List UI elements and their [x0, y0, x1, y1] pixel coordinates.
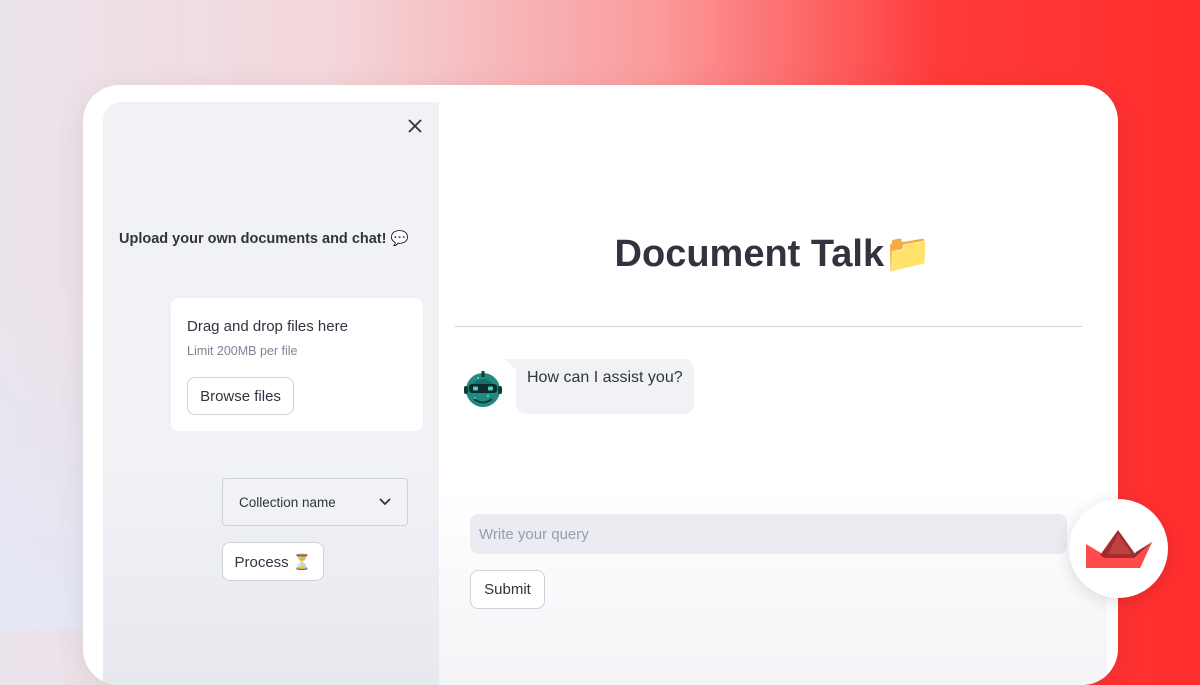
submit-button[interactable]: Submit	[470, 570, 545, 609]
streamlit-logo	[1069, 499, 1168, 598]
sidebar-title: Upload your own documents and chat! 💬	[119, 231, 409, 247]
collection-name-select[interactable]: Collection name	[222, 478, 408, 526]
assistant-message: How can I assist you?	[516, 359, 694, 414]
page-title: Document Talk📁	[614, 233, 932, 275]
streamlit-crown-logo	[1085, 529, 1152, 568]
select-value: Collection name	[239, 494, 336, 510]
file-uploader-dropzone[interactable]: Drag and drop files here Limit 200MB per…	[171, 298, 423, 431]
file-size-limit: Limit 200MB per file	[187, 344, 298, 358]
chevron-down-icon	[379, 498, 391, 505]
robot-avatar-icon	[462, 369, 504, 409]
close-icon	[408, 119, 422, 133]
main-content: Document Talk📁 How can I assist you? Su	[439, 102, 1107, 685]
sidebar: Upload your own documents and chat! 💬 Dr…	[103, 102, 439, 685]
process-button[interactable]: Process ⏳	[222, 542, 324, 581]
dropzone-instructions: Drag and drop files here	[187, 318, 348, 335]
divider	[455, 326, 1082, 327]
query-input[interactable]	[470, 514, 1067, 554]
chat-bubble-tail	[505, 359, 516, 370]
close-sidebar-button[interactable]	[405, 116, 425, 136]
browse-files-button[interactable]: Browse files	[187, 377, 294, 415]
app-window: Upload your own documents and chat! 💬 Dr…	[83, 85, 1118, 685]
